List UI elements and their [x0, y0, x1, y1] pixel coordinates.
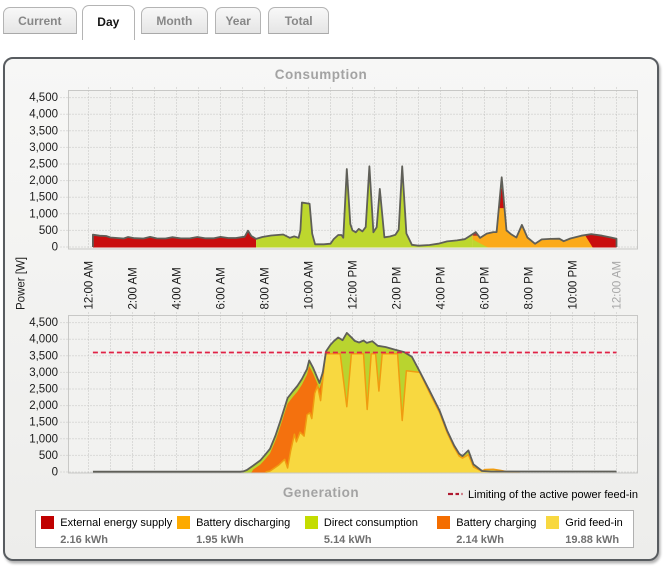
svg-text:2,000: 2,000	[29, 400, 58, 412]
svg-text:10:00 AM: 10:00 AM	[303, 261, 315, 310]
svg-text:3,000: 3,000	[29, 142, 58, 154]
svg-text:3,000: 3,000	[29, 367, 58, 379]
svg-text:Limiting of the active power f: Limiting of the active power feed-in	[468, 489, 638, 501]
svg-text:8:00 PM: 8:00 PM	[523, 267, 535, 310]
svg-text:0: 0	[52, 242, 58, 254]
svg-text:1,000: 1,000	[29, 433, 58, 445]
svg-text:2:00 AM: 2:00 AM	[127, 267, 139, 309]
svg-text:4:00 PM: 4:00 PM	[435, 267, 447, 310]
svg-text:4:00 AM: 4:00 AM	[171, 267, 183, 309]
svg-text:12:00 AM: 12:00 AM	[83, 261, 95, 310]
svg-text:500: 500	[39, 450, 58, 462]
svg-text:Power [W]: Power [W]	[16, 257, 28, 310]
svg-text:4,500: 4,500	[29, 92, 58, 104]
svg-text:8:00 AM: 8:00 AM	[259, 267, 271, 309]
svg-text:2,500: 2,500	[29, 159, 58, 171]
svg-text:3,500: 3,500	[29, 350, 58, 362]
svg-text:3,500: 3,500	[29, 125, 58, 137]
svg-text:0: 0	[52, 467, 58, 479]
svg-text:4,000: 4,000	[29, 334, 58, 346]
svg-text:2:00 PM: 2:00 PM	[391, 267, 403, 310]
svg-text:1,500: 1,500	[29, 417, 58, 429]
svg-text:Generation: Generation	[283, 485, 359, 500]
svg-text:2,500: 2,500	[29, 384, 58, 396]
svg-text:10:00 PM: 10:00 PM	[567, 260, 579, 309]
svg-text:2,000: 2,000	[29, 175, 58, 187]
svg-text:4,000: 4,000	[29, 109, 58, 121]
svg-text:500: 500	[39, 225, 58, 237]
svg-text:6:00 AM: 6:00 AM	[215, 267, 227, 309]
svg-text:6:00 PM: 6:00 PM	[479, 267, 491, 310]
svg-text:12:00 PM: 12:00 PM	[347, 260, 359, 309]
svg-text:1,000: 1,000	[29, 208, 58, 220]
svg-text:Consumption: Consumption	[275, 67, 368, 82]
svg-text:1,500: 1,500	[29, 192, 58, 204]
svg-text:4,500: 4,500	[29, 317, 58, 329]
svg-text:12:00 AM: 12:00 AM	[611, 261, 623, 310]
